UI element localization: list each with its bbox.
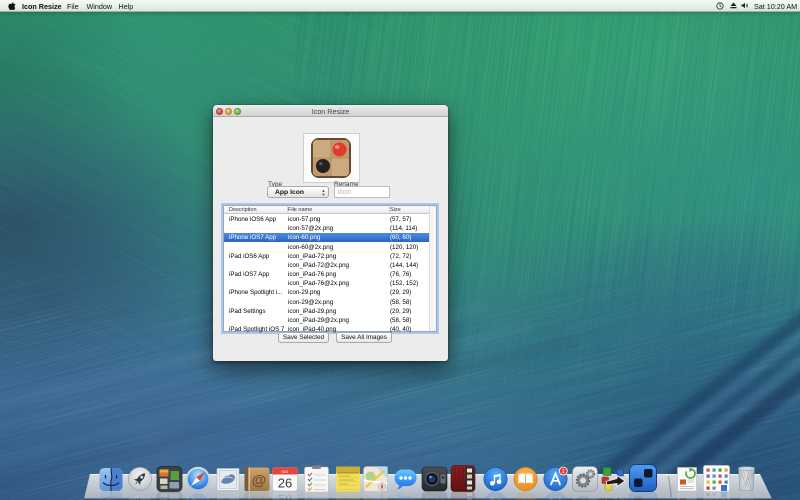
svg-text:26: 26: [278, 476, 292, 491]
svg-text:1: 1: [562, 469, 565, 475]
svg-text:SAT: SAT: [281, 469, 289, 474]
svg-text:@: @: [252, 472, 267, 489]
